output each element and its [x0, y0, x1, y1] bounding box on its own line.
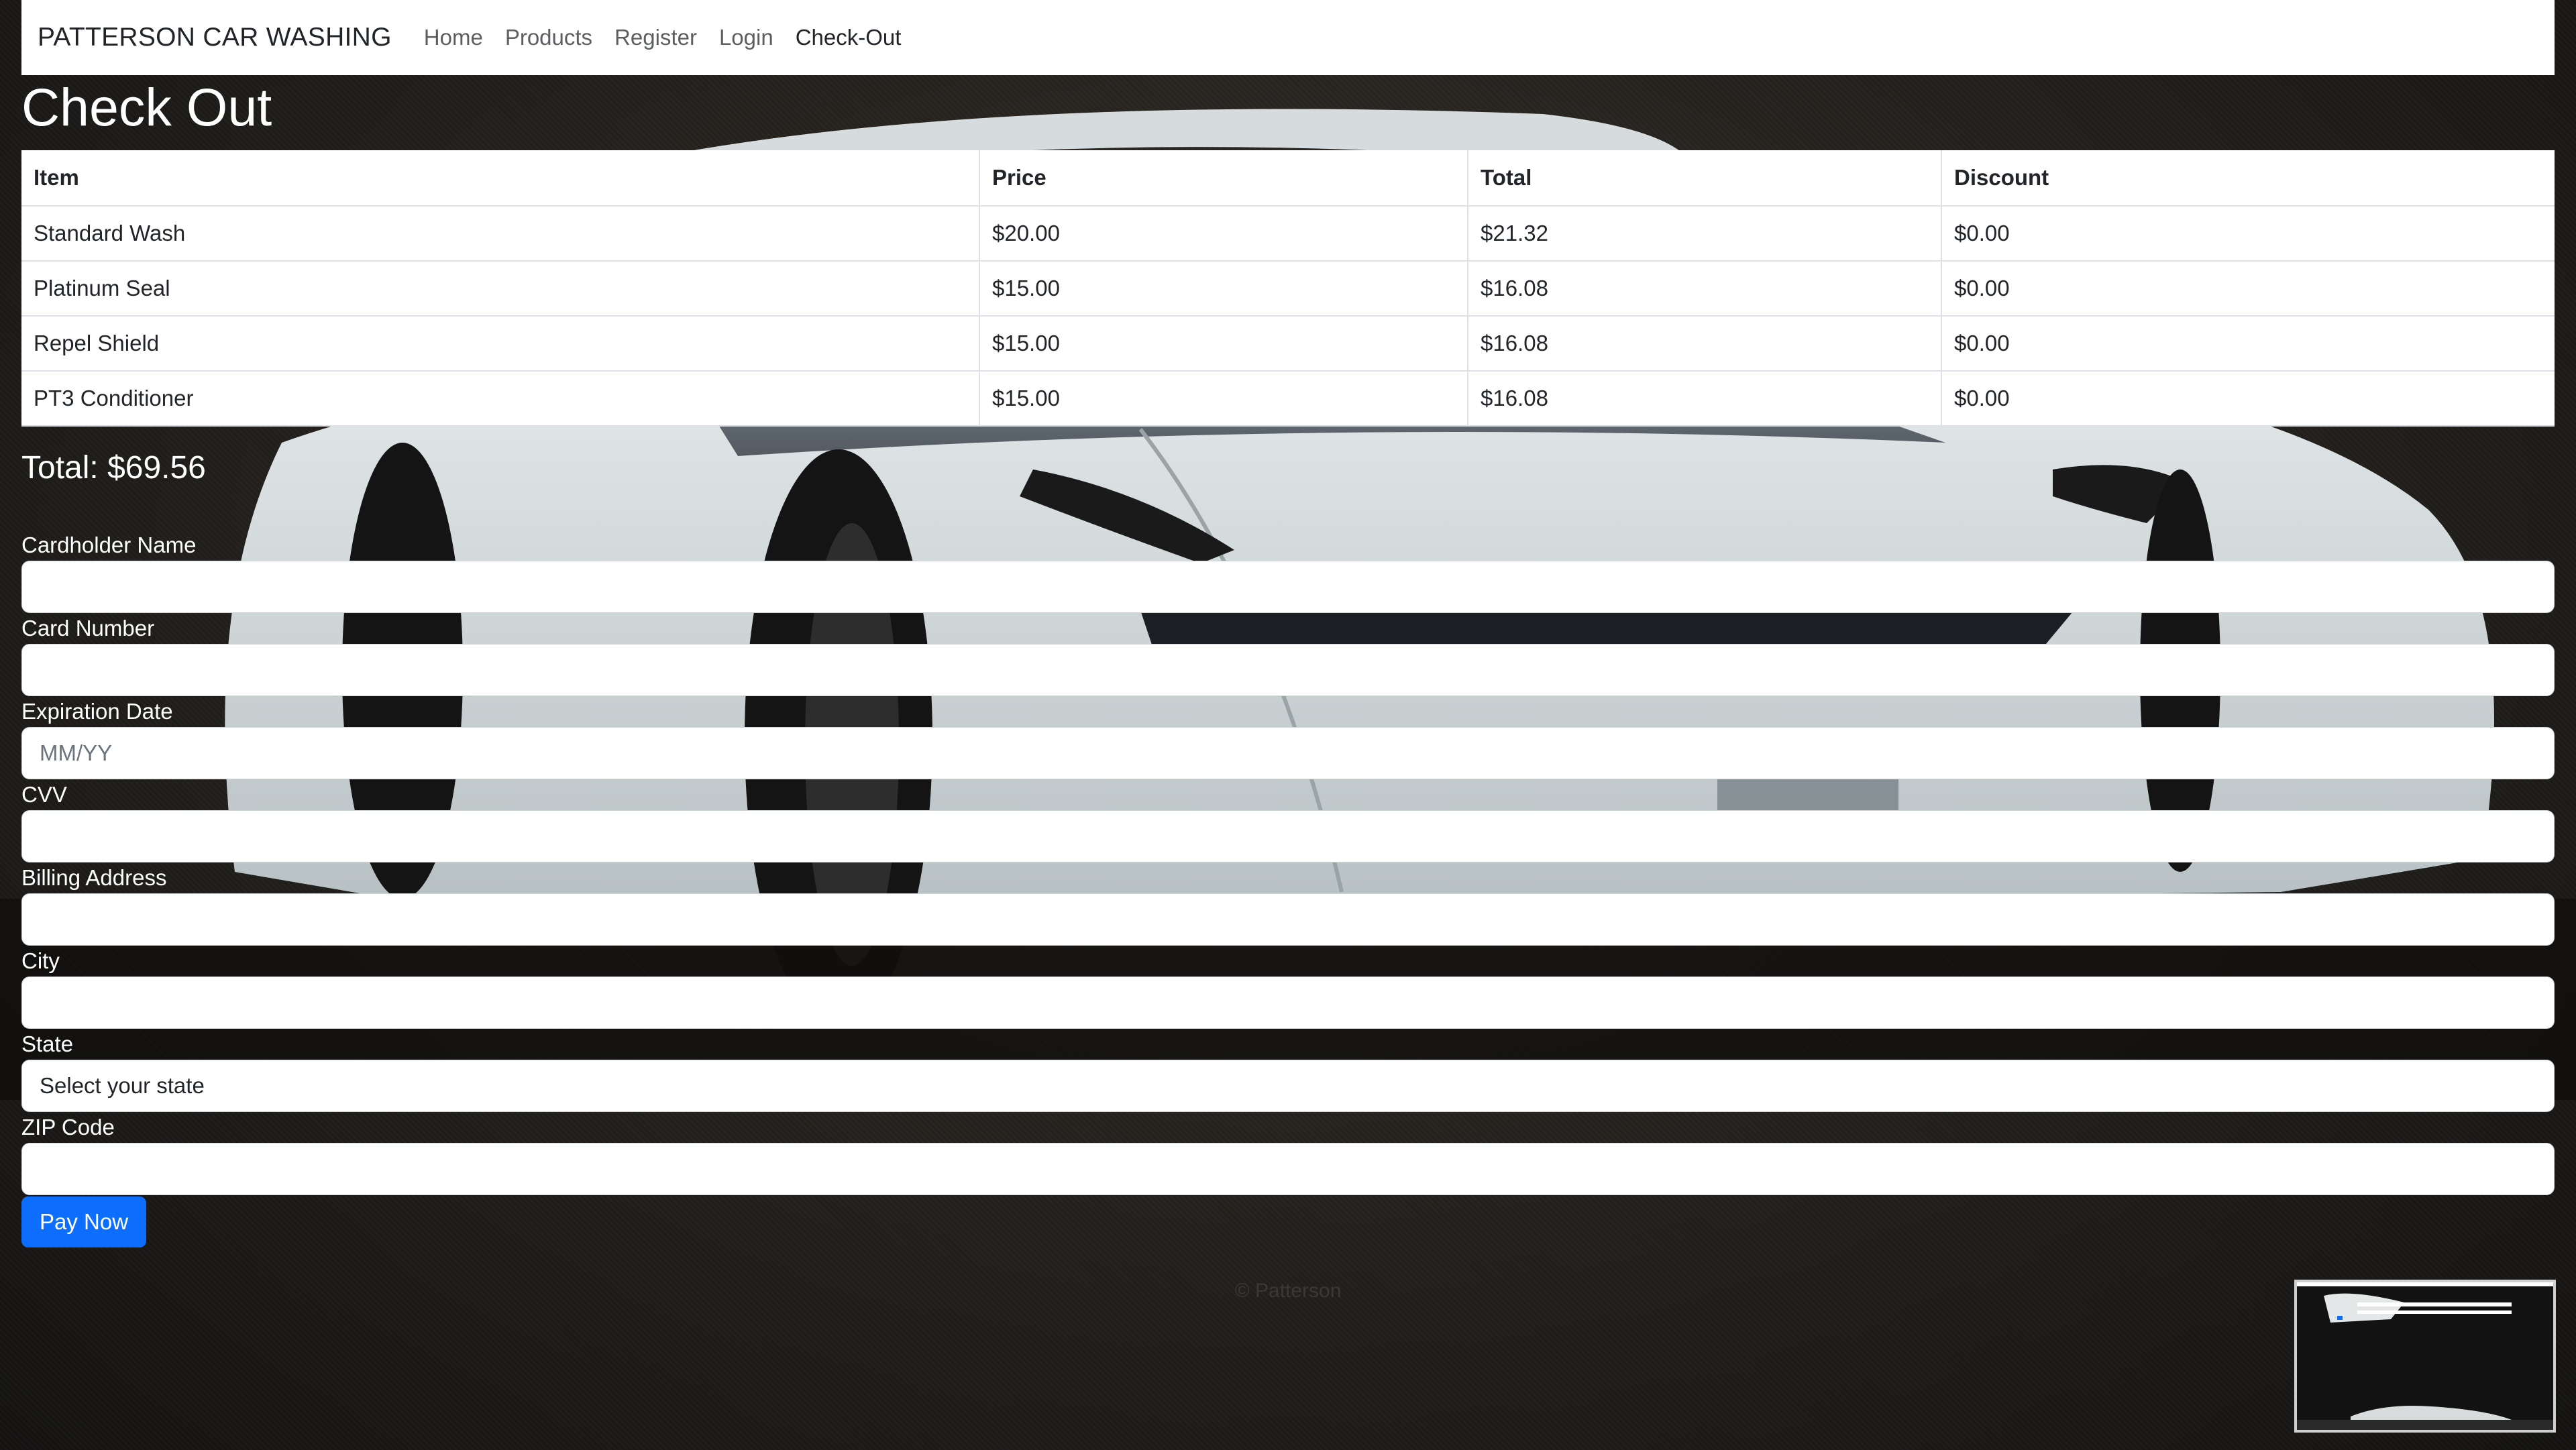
cell-discount: $0.00: [1941, 261, 2555, 317]
city-input[interactable]: [21, 977, 2555, 1029]
city-label: City: [21, 948, 60, 973]
cell-total: $21.32: [1467, 206, 1941, 262]
nav-link-register[interactable]: Register: [614, 25, 697, 50]
nav-link-login[interactable]: Login: [719, 25, 773, 50]
payment-form: Cardholder Name Card Number Expiration D…: [21, 530, 2555, 1247]
table-row: Standard Wash $20.00 $21.32 $0.00: [21, 206, 2555, 262]
cardholder-name-input[interactable]: [21, 561, 2555, 613]
cvv-label: CVV: [21, 782, 67, 807]
cell-item: Standard Wash: [21, 206, 979, 262]
cell-discount: $0.00: [1941, 371, 2555, 427]
cell-total: $16.08: [1467, 316, 1941, 372]
field-zip: ZIP Code: [21, 1112, 2555, 1195]
cell-item: Repel Shield: [21, 316, 979, 372]
cell-item: Platinum Seal: [21, 261, 979, 317]
cell-price: $15.00: [979, 261, 1468, 317]
page-title: Check Out: [21, 77, 272, 137]
table-header-row: Item Price Total Discount: [21, 150, 2555, 207]
cvv-input[interactable]: [21, 810, 2555, 862]
nav-link-checkout[interactable]: Check-Out: [796, 25, 902, 50]
cell-price: $15.00: [979, 371, 1468, 427]
state-selected-value: Select your state: [40, 1073, 205, 1098]
column-header-discount: Discount: [1941, 150, 2555, 207]
cell-discount: $0.00: [1941, 316, 2555, 372]
column-header-price: Price: [979, 150, 1468, 207]
cart-items-table: Item Price Total Discount Standard Wash …: [21, 150, 2555, 427]
cell-discount: $0.00: [1941, 206, 2555, 262]
field-cardholder: Cardholder Name: [21, 530, 2555, 613]
nav-links: Home Products Register Login Check-Out: [424, 25, 924, 50]
footer-copyright: © Patterson: [1234, 1280, 1342, 1302]
zip-label: ZIP Code: [21, 1115, 115, 1139]
top-navbar: PATTERSON CAR WASHING Home Products Regi…: [21, 0, 2555, 75]
field-city: City: [21, 946, 2555, 1029]
field-expiration: Expiration Date: [21, 696, 2555, 779]
state-select[interactable]: Select your state: [21, 1060, 2555, 1112]
billing-address-label: Billing Address: [21, 865, 167, 890]
card-number-input[interactable]: [21, 644, 2555, 696]
brand-logo-text[interactable]: PATTERSON CAR WASHING: [38, 23, 392, 52]
zip-code-input[interactable]: [21, 1143, 2555, 1195]
field-state: State Select your state: [21, 1029, 2555, 1112]
cardholder-label: Cardholder Name: [21, 533, 197, 557]
table-row: Platinum Seal $15.00 $16.08 $0.00: [21, 261, 2555, 317]
cell-price: $15.00: [979, 316, 1468, 372]
nav-link-home[interactable]: Home: [424, 25, 483, 50]
field-card-number: Card Number: [21, 613, 2555, 696]
billing-address-input[interactable]: [21, 893, 2555, 946]
column-header-total: Total: [1467, 150, 1941, 207]
expiration-date-input[interactable]: [21, 727, 2555, 779]
cell-total: $16.08: [1467, 371, 1941, 427]
cell-item: PT3 Conditioner: [21, 371, 979, 427]
table-row: PT3 Conditioner $15.00 $16.08 $0.00: [21, 371, 2555, 427]
nav-link-products[interactable]: Products: [505, 25, 592, 50]
thumbnail-image: [2297, 1282, 2553, 1430]
column-header-item: Item: [21, 150, 979, 207]
grand-total: Total: $69.56: [21, 450, 206, 486]
screen-preview-thumbnail[interactable]: [2294, 1280, 2556, 1433]
table-row: Repel Shield $15.00 $16.08 $0.00: [21, 316, 2555, 372]
field-cvv: CVV: [21, 779, 2555, 862]
cell-price: $20.00: [979, 206, 1468, 262]
card-number-label: Card Number: [21, 616, 155, 640]
pay-now-button[interactable]: Pay Now: [21, 1196, 147, 1247]
cell-total: $16.08: [1467, 261, 1941, 317]
field-billing: Billing Address: [21, 862, 2555, 946]
state-label: State: [21, 1031, 74, 1056]
expiration-label: Expiration Date: [21, 699, 173, 724]
